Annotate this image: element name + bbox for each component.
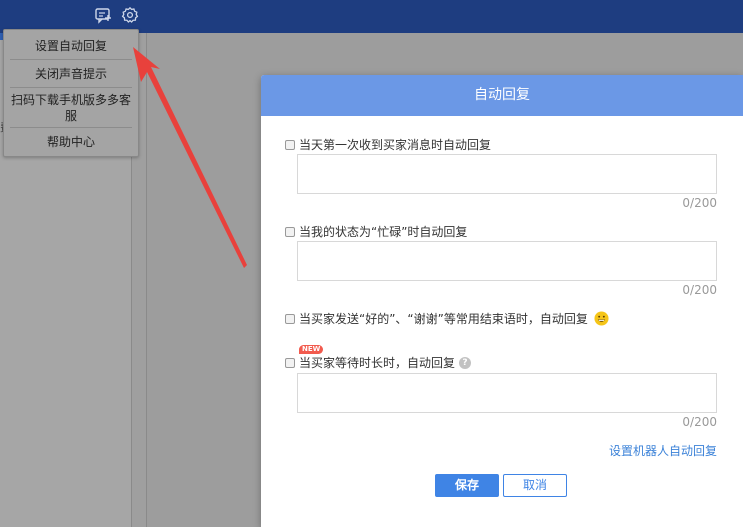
option-label: 当我的状态为“忙碌”时自动回复 bbox=[299, 225, 468, 239]
settings-dropdown-menu: 设置自动回复 关闭声音提示 扫码下载手机版多多客服 帮助中心 bbox=[3, 29, 139, 157]
option-label: 当买家等待时长时，自动回复 bbox=[299, 356, 456, 370]
dialog-title: 自动回复 bbox=[261, 75, 743, 116]
option-label: 当买家发送“好的”、“谢谢”等常用结束语时，自动回复 bbox=[299, 312, 588, 326]
checkbox[interactable] bbox=[285, 357, 295, 368]
save-button[interactable]: 保存 bbox=[435, 474, 499, 497]
option-busy-status[interactable]: 当我的状态为“忙碌”时自动回复 bbox=[285, 223, 467, 240]
new-badge: NEW bbox=[299, 345, 324, 354]
char-counter: 0/200 bbox=[682, 196, 717, 210]
option-first-message[interactable]: 当天第一次收到买家消息时自动回复 bbox=[285, 136, 491, 153]
checkbox[interactable] bbox=[285, 313, 295, 324]
option-wait-duration[interactable]: 当买家等待时长时，自动回复 ? bbox=[285, 354, 472, 371]
char-counter: 0/200 bbox=[682, 415, 717, 429]
menu-item-auto-reply[interactable]: 设置自动回复 bbox=[10, 32, 132, 60]
menu-item-mute-sound[interactable]: 关闭声音提示 bbox=[10, 60, 132, 88]
option-label: 当天第一次收到买家消息时自动回复 bbox=[299, 138, 492, 152]
question-mark-icon[interactable]: ? bbox=[459, 356, 472, 369]
reply-text-input-wait[interactable] bbox=[297, 373, 717, 413]
cancel-button[interactable]: 取消 bbox=[503, 474, 567, 497]
message-add-icon[interactable] bbox=[94, 6, 112, 24]
menu-item-download-app[interactable]: 扫码下载手机版多多客服 bbox=[10, 88, 132, 128]
reply-text-input-first-message[interactable] bbox=[297, 154, 717, 194]
option-closing-phrase[interactable]: 当买家发送“好的”、“谢谢”等常用结束语时，自动回复 bbox=[285, 310, 609, 327]
robot-auto-reply-link[interactable]: 设置机器人自动回复 bbox=[609, 442, 717, 459]
auto-reply-dialog: 自动回复 当天第一次收到买家消息时自动回复 0/200 当我的状态为“忙碌”时自… bbox=[261, 75, 743, 527]
checkbox[interactable] bbox=[285, 139, 295, 150]
menu-item-help-center[interactable]: 帮助中心 bbox=[10, 128, 132, 155]
reply-text-input-busy[interactable] bbox=[297, 241, 717, 281]
char-counter: 0/200 bbox=[682, 283, 717, 297]
checkbox[interactable] bbox=[285, 226, 295, 237]
grinning-emoji-icon bbox=[594, 311, 609, 326]
settings-gear-icon[interactable] bbox=[121, 6, 139, 24]
